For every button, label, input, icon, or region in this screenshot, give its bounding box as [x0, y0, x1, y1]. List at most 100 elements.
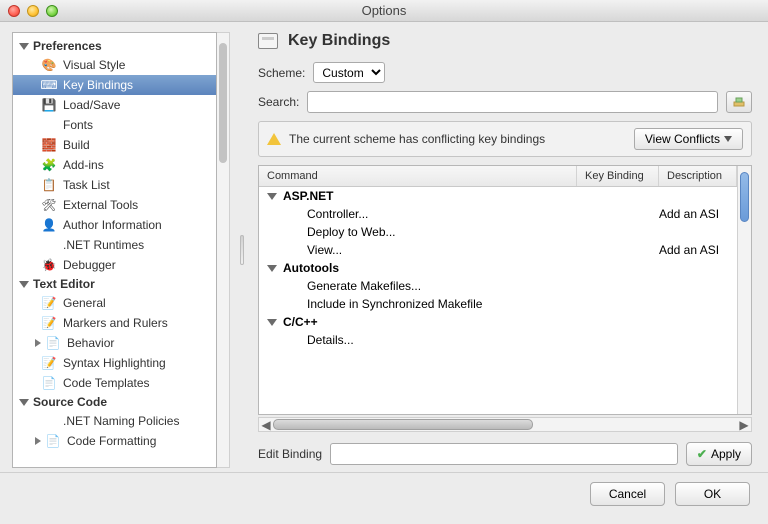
search-label: Search: — [258, 95, 299, 109]
group-label: C/C++ — [283, 315, 318, 329]
tree-item[interactable]: 🧱Build — [13, 135, 216, 155]
item-icon: 📄 — [45, 335, 61, 351]
tree-item-label: External Tools — [63, 198, 138, 212]
cell-description: Add an ASI — [659, 243, 737, 257]
tree-item-label: Visual Style — [63, 58, 125, 72]
titlebar: Options — [0, 0, 768, 22]
cell-command: Include in Synchronized Makefile — [259, 297, 577, 311]
window-title: Options — [0, 3, 768, 18]
tree-item[interactable]: 🎨Visual Style — [13, 55, 216, 75]
tree-item[interactable]: 📄 Behavior — [13, 333, 216, 353]
ok-button[interactable]: OK — [675, 482, 750, 506]
view-conflicts-button[interactable]: View Conflicts — [634, 128, 743, 150]
keyboard-icon — [258, 33, 278, 49]
tree-item[interactable]: 👤Author Information — [13, 215, 216, 235]
scrollbar-thumb[interactable] — [273, 419, 533, 430]
cancel-button[interactable]: Cancel — [590, 482, 665, 506]
grid-vscrollbar[interactable] — [737, 166, 751, 414]
tree-category[interactable]: Preferences — [13, 37, 216, 55]
item-icon: 🐞 — [41, 257, 57, 273]
tree-item-label: .NET Runtimes — [63, 238, 144, 252]
grid-row[interactable]: Deploy to Web... — [259, 223, 737, 241]
tree-item[interactable]: 📄 Code Formatting — [13, 431, 216, 451]
category-label: Source Code — [33, 395, 107, 409]
grid-row[interactable]: Include in Synchronized Makefile — [259, 295, 737, 313]
grid-row[interactable]: View... Add an ASI — [259, 241, 737, 259]
grid-row[interactable]: Details... — [259, 331, 737, 349]
check-icon: ✔ — [697, 447, 707, 461]
tree-item-label: Code Formatting — [67, 434, 156, 448]
preferences-tree[interactable]: Preferences🎨Visual Style ⌨ Key Bindings 💾Lo… — [12, 32, 217, 468]
tree-item[interactable]: 📝Markers and Rulers — [13, 313, 216, 333]
col-description[interactable]: Description — [659, 166, 737, 186]
disclosure-down-icon — [19, 43, 29, 50]
col-command[interactable]: Command — [259, 166, 577, 186]
tree-item[interactable]: 🛠 External Tools — [13, 195, 216, 215]
item-icon: 📝 — [41, 295, 57, 311]
tree-item-label: General — [63, 296, 106, 310]
scroll-right-icon[interactable]: ▶ — [737, 418, 751, 432]
search-input[interactable] — [307, 91, 718, 113]
grid-group[interactable]: ASP.NET — [259, 187, 737, 205]
apply-label: Apply — [711, 447, 741, 461]
disclosure-right-icon — [35, 339, 41, 347]
tree-item-label: Key Bindings — [63, 78, 133, 92]
tree-item[interactable]: 💾Load/Save — [13, 95, 216, 115]
item-icon: ⌨ — [41, 77, 57, 93]
item-icon: 📝 — [41, 355, 57, 371]
apply-button[interactable]: ✔ Apply — [686, 442, 752, 466]
tree-item-label: Debugger — [63, 258, 116, 272]
tree-item-label: Add-ins — [63, 158, 104, 172]
tree-item[interactable]: 🐞 Debugger — [13, 255, 216, 275]
tree-item-label: Load/Save — [63, 98, 120, 112]
cell-command: Generate Makefiles... — [259, 279, 577, 293]
item-icon: 📄 — [45, 433, 61, 449]
scrollbar-thumb[interactable] — [740, 172, 749, 222]
item-icon: 📝 — [41, 315, 57, 331]
tree-item[interactable]: 📄Code Templates — [13, 373, 216, 393]
cell-command: View... — [259, 243, 577, 257]
item-icon: 🧩 — [41, 157, 57, 173]
item-icon: 📋 — [41, 177, 57, 193]
grid-group[interactable]: C/C++ — [259, 313, 737, 331]
item-icon: 🛠 — [41, 197, 57, 213]
edit-binding-input[interactable] — [330, 443, 678, 465]
disclosure-right-icon — [35, 437, 41, 445]
tree-item[interactable]: 📝Syntax Highlighting — [13, 353, 216, 373]
scrollbar-thumb[interactable] — [219, 43, 227, 163]
search-action-button[interactable] — [726, 91, 752, 113]
tree-item[interactable]: .NET Runtimes — [13, 235, 216, 255]
grid-row[interactable]: Controller... Add an ASI — [259, 205, 737, 223]
tree-item-label: Code Templates — [63, 376, 150, 390]
tree-category[interactable]: Text Editor — [13, 275, 216, 293]
sidebar-scrollbar[interactable] — [217, 32, 230, 468]
disclosure-down-icon — [267, 193, 277, 200]
tree-item[interactable]: Fonts — [13, 115, 216, 135]
item-icon — [41, 413, 57, 429]
group-label: Autotools — [283, 261, 339, 275]
scroll-left-icon[interactable]: ◀ — [259, 418, 273, 432]
item-icon: 🧱 — [41, 137, 57, 153]
tree-item[interactable]: .NET Naming Policies — [13, 411, 216, 431]
edit-binding-label: Edit Binding — [258, 447, 322, 461]
grid-hscrollbar[interactable]: ◀ ▶ — [258, 417, 752, 432]
tree-item[interactable]: 📝 General — [13, 293, 216, 313]
disclosure-down-icon — [267, 265, 277, 272]
tree-item-label: Behavior — [67, 336, 114, 350]
cell-command: Controller... — [259, 207, 577, 221]
cell-description: Add an ASI — [659, 207, 737, 221]
tree-item[interactable]: 📋Task List — [13, 175, 216, 195]
scheme-label: Scheme: — [258, 66, 305, 80]
grid-row[interactable]: Generate Makefiles... — [259, 277, 737, 295]
tree-item[interactable]: ⌨ Key Bindings — [13, 75, 216, 95]
grid-group[interactable]: Autotools — [259, 259, 737, 277]
main-panel: Key Bindings Scheme: Custom Search: The … — [254, 32, 756, 468]
tree-category[interactable]: Source Code — [13, 393, 216, 411]
scheme-select[interactable]: Custom — [313, 62, 385, 83]
tree-item[interactable]: 🧩 Add-ins — [13, 155, 216, 175]
cell-command: Deploy to Web... — [259, 225, 577, 239]
col-binding[interactable]: Key Binding — [577, 166, 659, 186]
disclosure-down-icon — [19, 399, 29, 406]
tree-item-label: Author Information — [63, 218, 162, 232]
pane-divider[interactable] — [238, 32, 246, 468]
